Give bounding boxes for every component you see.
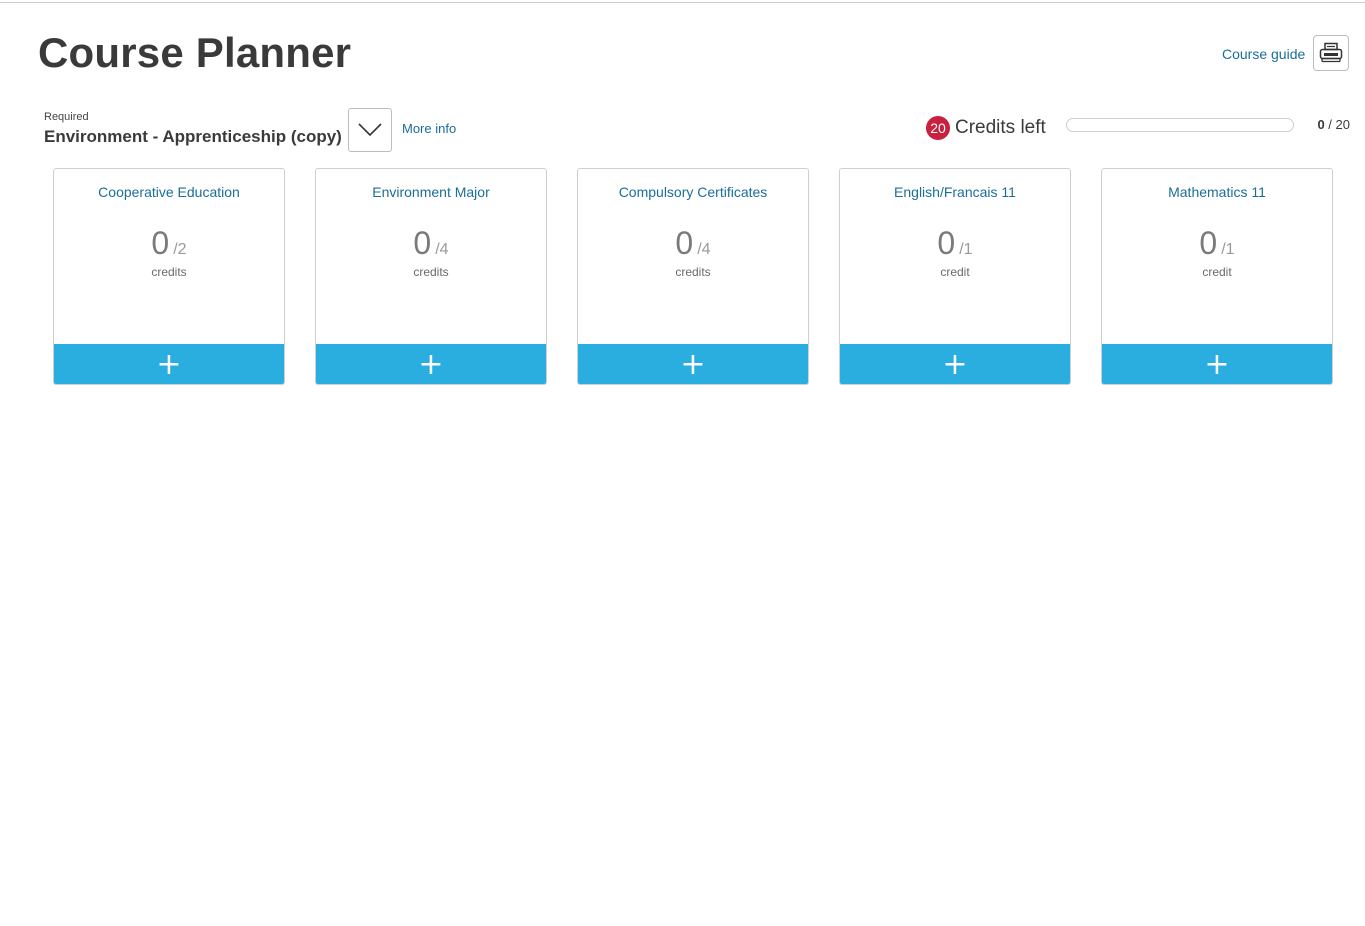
credits-earned: 0	[1317, 117, 1325, 132]
card-title[interactable]: Mathematics 11	[1102, 184, 1332, 200]
card-required: /2	[173, 241, 187, 258]
add-course-button[interactable]: +	[316, 344, 546, 384]
more-info-link[interactable]: More info	[402, 121, 456, 136]
card-title[interactable]: Environment Major	[316, 184, 546, 200]
card-earned: 0	[937, 225, 956, 261]
credits-progress-bar	[1066, 118, 1294, 132]
add-course-button[interactable]: +	[54, 344, 284, 384]
card-title[interactable]: Compulsory Certificates	[578, 184, 808, 200]
card-title[interactable]: English/Francais 11	[840, 184, 1070, 200]
card-credit-count: 0/4	[578, 225, 808, 261]
credits-left-label: Credits left	[955, 117, 1046, 138]
card-earned: 0	[675, 225, 694, 261]
card-credit-count: 0/4	[316, 225, 546, 261]
requirement-card: English/Francais 11 0/1 credit +	[839, 168, 1071, 385]
requirement-cards: Cooperative Education 0/2 credits + Envi…	[53, 168, 1333, 385]
chevron-down-icon	[358, 123, 382, 137]
add-course-button[interactable]: +	[840, 344, 1070, 384]
card-unit: credit	[1202, 265, 1232, 279]
card-unit: credit	[940, 265, 970, 279]
course-guide-link[interactable]: Course guide	[1222, 46, 1305, 62]
add-course-button[interactable]: +	[578, 344, 808, 384]
card-credit-count: 0/2	[54, 225, 284, 261]
card-required: /4	[697, 241, 711, 258]
program-dropdown-button[interactable]	[348, 108, 392, 152]
card-earned: 0	[413, 225, 432, 261]
credits-separator: /	[1324, 117, 1336, 132]
printer-icon	[1319, 42, 1343, 63]
card-earned: 0	[151, 225, 170, 261]
requirement-card: Compulsory Certificates 0/4 credits +	[577, 168, 809, 385]
program-name: Environment - Apprenticeship (copy)	[44, 127, 342, 146]
credits-left-badge: 20	[926, 116, 950, 140]
print-button[interactable]	[1313, 35, 1349, 71]
card-required: /1	[959, 241, 973, 258]
requirement-card: Cooperative Education 0/2 credits +	[53, 168, 285, 385]
requirement-card: Environment Major 0/4 credits +	[315, 168, 547, 385]
add-course-button[interactable]: +	[1102, 344, 1332, 384]
card-required: /1	[1221, 241, 1235, 258]
requirement-card: Mathematics 11 0/1 credit +	[1101, 168, 1333, 385]
page-title: Course Planner	[38, 29, 352, 76]
card-title[interactable]: Cooperative Education	[54, 184, 284, 200]
required-label: Required	[44, 111, 89, 123]
credits-total: 20	[1335, 117, 1350, 132]
card-unit: credits	[675, 265, 711, 279]
card-credit-count: 0/1	[840, 225, 1070, 261]
card-credit-count: 0/1	[1102, 225, 1332, 261]
card-required: /4	[435, 241, 449, 258]
card-unit: credits	[151, 265, 187, 279]
top-divider	[0, 2, 1365, 3]
card-earned: 0	[1199, 225, 1218, 261]
card-unit: credits	[413, 265, 449, 279]
credits-progress-readout: 0 / 20	[1300, 117, 1350, 132]
